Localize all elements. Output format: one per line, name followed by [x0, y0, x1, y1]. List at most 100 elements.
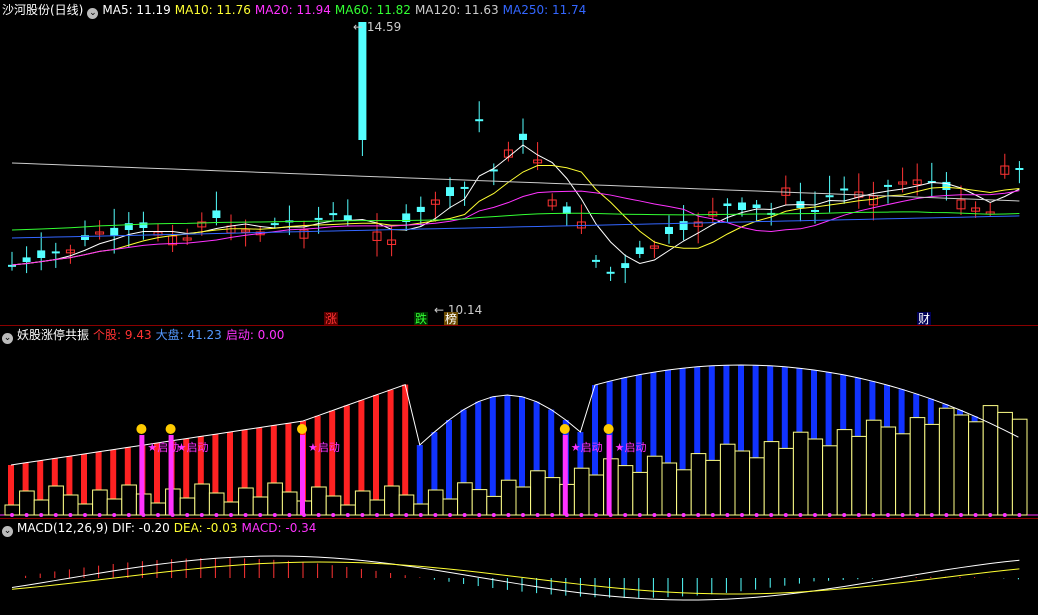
baseline-dot [550, 513, 555, 517]
start-marker-bar [606, 435, 612, 515]
stock-block [106, 498, 123, 516]
candle-body [343, 215, 352, 220]
stock-block [880, 426, 897, 516]
baseline-dot [667, 513, 671, 517]
baseline-dot [637, 513, 642, 517]
money-bag-icon [603, 424, 614, 434]
baseline-dot [710, 513, 715, 517]
baseline-dot [798, 513, 803, 517]
stock-block [48, 485, 64, 516]
candle-body [679, 221, 688, 230]
stock-block [486, 495, 502, 516]
ma-legend-item-2: MA20: 11.94 [254, 3, 331, 17]
baseline-dot [740, 513, 744, 517]
candle-body [1015, 168, 1024, 171]
baseline-dot [404, 513, 409, 517]
candle-body [139, 222, 148, 228]
candle-body [212, 210, 221, 218]
stock-block [588, 474, 605, 516]
baseline-dot [375, 513, 379, 517]
baseline-dot [316, 513, 321, 517]
baseline-dot [243, 513, 248, 517]
macd-panel[interactable]: ⌄ MACD(12,26,9) DIF: -0.20 DEA: -0.03 MACD: … [0, 518, 1038, 615]
baseline-dot [886, 513, 890, 517]
ma120-line [11, 162, 1020, 202]
baseline-dot [83, 513, 87, 517]
candle-body [110, 227, 119, 236]
settings-toggle-icon[interactable]: ⌄ [87, 8, 99, 19]
candle-body [592, 259, 600, 262]
stock-block [676, 469, 692, 516]
stock-block [632, 471, 648, 516]
baseline-dot [681, 513, 686, 517]
kline-panel[interactable]: 沙河股份(日线) ⌄ MA5: 11.19 MA10: 11.76 MA20: 11.9… [0, 0, 1038, 325]
settings-toggle-icon[interactable]: ⌄ [2, 333, 13, 344]
money-bag-icon [136, 424, 147, 434]
settings-toggle-icon[interactable]: ⌄ [2, 526, 13, 537]
stock-block [646, 455, 663, 516]
baseline-dot [521, 513, 525, 517]
stock-block [515, 486, 532, 516]
money-bag-icon [165, 424, 176, 434]
finance-report-tag[interactable]: 财 [917, 312, 932, 325]
macd-title: MACD(12,26,9) [17, 521, 109, 535]
baseline-dot [477, 513, 482, 517]
limit-up-tag[interactable]: 涨 [324, 312, 339, 325]
candle-body [446, 187, 454, 196]
baseline-dot [53, 513, 58, 517]
stock-block [252, 496, 269, 516]
baseline-dot [39, 513, 44, 517]
start-label: ★启动 [177, 441, 209, 454]
candle-body [811, 209, 819, 212]
candle-body [475, 119, 484, 122]
candle-body [606, 271, 615, 274]
stock-block [62, 494, 79, 516]
stock-block [734, 450, 751, 516]
baseline-dot [900, 513, 905, 517]
indicator-chart[interactable]: ★启动★启动 ★启动 ★启动 ★启动 [0, 325, 1038, 518]
start-marker-bar [139, 435, 145, 515]
stock-block [500, 479, 517, 516]
ma-legend-item-4: MA120: 11.63 [414, 3, 499, 17]
stock-block [938, 407, 955, 516]
dif-line [11, 555, 1020, 601]
stock-block [325, 495, 342, 516]
stock-block [909, 417, 926, 516]
stock-block [471, 489, 488, 516]
baseline-dot [988, 513, 993, 517]
candle-body [519, 133, 527, 140]
stock-block [457, 482, 473, 516]
baseline-dot [769, 513, 774, 517]
baseline-dot [229, 513, 233, 517]
indicator-panel[interactable]: ★启动 ★启动 ★启动 ★启动 ★启动 ⌄ 妖股涨停共振 个股: 9.43 大盘: 41.23… [0, 325, 1038, 518]
baseline-dot [258, 513, 263, 517]
macd-legend-item-2: MACD: -0.34 [241, 521, 317, 535]
stock-block [719, 443, 736, 516]
baseline-dot [331, 513, 336, 517]
stock-block [836, 429, 853, 516]
stock-block [442, 498, 459, 516]
macd-legend: DIF: -0.20 DEA: -0.03 MACD: -0.34 [112, 521, 320, 535]
start-marker-bar [168, 435, 174, 515]
ma-legend-item-5: MA250: 11.74 [502, 3, 587, 17]
baseline-dot [871, 513, 876, 517]
stock-block [763, 441, 780, 516]
stock-block [705, 459, 721, 516]
baseline-dot [360, 513, 365, 517]
baseline-dot [959, 513, 963, 517]
dragon-tiger-tag[interactable]: 榜 [444, 312, 459, 325]
candle-body [752, 204, 761, 208]
stock-block [267, 482, 283, 516]
stock-block [865, 419, 882, 516]
baseline-dot [214, 513, 219, 517]
baseline-dot [185, 513, 190, 517]
baseline-dot [1002, 513, 1007, 517]
stock-block [194, 483, 210, 516]
resonance-bar [343, 405, 350, 515]
indicator-legend: 个股: 9.43 大盘: 41.23 启动: 0.00 [93, 328, 288, 342]
kline-chart[interactable] [0, 0, 1038, 325]
stock-block [238, 487, 254, 516]
limit-down-tag[interactable]: 跌 [414, 312, 429, 325]
baseline-dot [287, 513, 292, 517]
indicator-legend-item-1: 大盘: 41.23 [155, 328, 222, 342]
